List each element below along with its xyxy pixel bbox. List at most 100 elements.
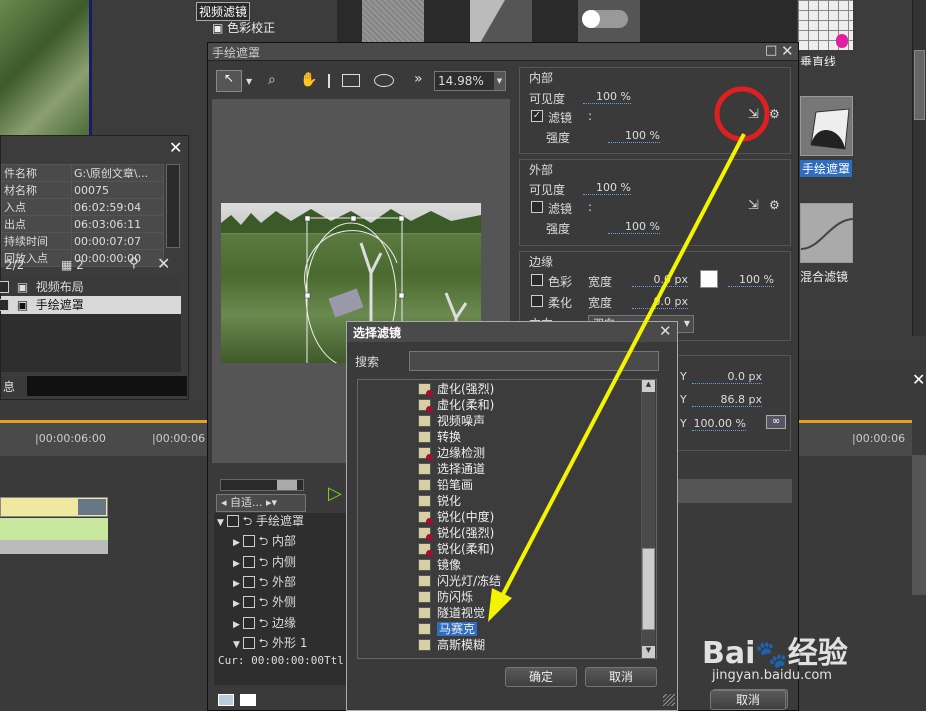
filter-list-item[interactable]: 锐化(强烈) (358, 525, 644, 541)
window-titlebar[interactable] (208, 43, 798, 61)
tree-checkbox[interactable] (226, 515, 239, 527)
outer-filter-checkbox[interactable] (531, 201, 543, 213)
auto-select-dropdown[interactable]: ◂ 自适... ▸▾ (216, 494, 306, 512)
filter-list-item[interactable]: 虚化(强烈) (358, 381, 644, 397)
outer-visibility-value[interactable]: 100 % (583, 181, 631, 195)
expand-icon[interactable]: ▶ (233, 538, 243, 548)
inner-filter-checkbox[interactable]: ✓ (531, 110, 543, 122)
link-aspect-icon[interactable]: ∞ (766, 415, 786, 429)
noise-thumb[interactable] (362, 0, 424, 42)
clip-track-gray[interactable] (0, 540, 108, 554)
filter-list-item[interactable]: 锐化(中度) (358, 509, 644, 525)
tree-node[interactable]: ▶ ⮌ 外部 (233, 573, 296, 591)
outer-strength-value[interactable]: 100 % (608, 220, 660, 234)
expand-icon[interactable]: ▶ (233, 620, 243, 630)
resize-grip-icon[interactable] (663, 694, 675, 706)
layout-toggle-icon[interactable] (218, 694, 234, 706)
link-icon[interactable]: ⚲ (129, 256, 139, 271)
edge-color-swatch[interactable] (700, 270, 718, 288)
close-icon[interactable]: ✕ (781, 42, 794, 60)
filter-list-item[interactable]: 马赛克 (358, 621, 644, 637)
expand-icon[interactable]: ▶ (233, 599, 243, 609)
outer-filter-select-icon[interactable]: ⇲ (748, 198, 759, 213)
tree-node[interactable]: ▼ ⮌ 外形 1 (233, 634, 308, 652)
ellipse-tool[interactable] (374, 74, 394, 87)
clip-track-green[interactable] (0, 518, 108, 540)
pos-y1-value[interactable]: 0.0 px (692, 370, 762, 384)
pos-y3-value[interactable]: 100.00 % (692, 417, 746, 431)
timeline-close-icon[interactable]: ✕ (912, 370, 925, 389)
bottom-cancel-button[interactable]: 取消 (710, 690, 786, 710)
tree-node[interactable]: ▼ ⮌ 手绘遮罩 (217, 512, 304, 530)
hand-tool-icon[interactable]: ✋ (300, 72, 317, 88)
effects-scrollbar[interactable] (912, 0, 926, 336)
ok-button[interactable]: 确定 (505, 667, 577, 687)
edge-soften-value[interactable]: 0.0 px (632, 295, 688, 309)
timeline-scroll-buttons[interactable] (912, 455, 926, 595)
filter-list-item[interactable]: 边缘检测 (358, 445, 644, 461)
filter-list-item[interactable]: 锐化(柔和) (358, 541, 644, 557)
filter-list-item[interactable]: 转换 (358, 429, 644, 445)
pos-y2-value[interactable]: 86.8 px (692, 393, 762, 407)
clip-info-scrollbar[interactable] (166, 164, 180, 248)
outer-filter-settings-icon[interactable]: ⚙ (769, 198, 780, 212)
close-icon[interactable]: ✕ (169, 138, 182, 157)
tree-node[interactable]: ▶ ⮌ 内侧 (233, 553, 296, 571)
list-item[interactable]: ▣ 手绘遮罩 (0, 296, 181, 314)
filter-list-item[interactable]: 视频噪声 (358, 413, 644, 429)
tree-checkbox[interactable] (242, 596, 255, 609)
hand-mask-thumb[interactable] (800, 96, 853, 156)
tree-checkbox[interactable] (242, 616, 255, 629)
filter-list-item[interactable]: 防闪烁 (358, 589, 644, 605)
info-tab[interactable]: 息 (3, 378, 15, 395)
expand-icon[interactable]: ▶ (233, 559, 243, 569)
filter-list-item[interactable]: 镜像 (358, 557, 644, 573)
search-input[interactable] (409, 351, 659, 371)
zoom-dropdown-arrow-icon[interactable]: ▼ (494, 72, 505, 90)
edge-width-value[interactable]: 0.0 px (632, 273, 688, 287)
filter-list-item[interactable]: 铅笔画 (358, 477, 644, 493)
expand-icon[interactable]: ▼ (233, 640, 243, 650)
tree-checkbox[interactable] (242, 555, 255, 568)
tree-node[interactable]: ▶ ⮌ 边缘 (233, 614, 296, 632)
delete-icon[interactable]: ✕ (157, 254, 170, 273)
filter-list-item[interactable]: 锐化 (358, 493, 644, 509)
preview-scrollbar[interactable] (220, 479, 304, 491)
inner-visibility-value[interactable]: 100 % (583, 90, 631, 104)
effect-label-hand-mask[interactable]: 手绘遮罩 (800, 160, 853, 177)
filter-list-item[interactable]: 虚化(柔和) (358, 397, 644, 413)
tree-node[interactable]: ▶ ⮌ 外侧 (233, 593, 296, 611)
toggle-thumb[interactable] (578, 0, 640, 42)
zoom-icon[interactable]: ⌕ (268, 72, 276, 88)
tree-checkbox[interactable] (242, 575, 255, 588)
edge-color-checkbox[interactable] (531, 274, 543, 286)
inner-strength-value[interactable]: 100 % (608, 129, 660, 143)
inner-filter-select-icon[interactable]: ⇲ (748, 107, 759, 122)
edge-soften-checkbox[interactable] (531, 295, 543, 307)
maximize-icon[interactable]: □ (765, 43, 777, 58)
layout-single-icon[interactable] (240, 694, 256, 706)
fast-forward-icon[interactable]: » (414, 71, 423, 87)
filter-list-item[interactable]: 高斯模糊 (358, 637, 644, 653)
edge-opacity-value[interactable]: 100 % (728, 273, 774, 287)
dropdown-arrow-icon[interactable]: ▼ (246, 77, 252, 86)
expand-icon[interactable]: ▶ (233, 579, 243, 589)
list-scrollbar[interactable]: ▲ ▼ (641, 380, 655, 658)
inner-filter-settings-icon[interactable]: ⚙ (769, 107, 780, 121)
tree-item-color-correction[interactable]: ▣ 色彩校正 (212, 19, 275, 36)
rectangle-tool[interactable] (342, 74, 360, 87)
filter-list-item[interactable]: 选择通道 (358, 461, 644, 477)
tree-node[interactable]: ▶ ⮌ 内部 (233, 532, 296, 550)
cancel-button[interactable]: 取消 (585, 667, 657, 687)
blend-filter-thumb[interactable] (800, 203, 855, 263)
expand-icon[interactable]: ▼ (217, 518, 227, 528)
select-tool[interactable]: ↖ (216, 70, 242, 92)
list-item[interactable]: ▣ 视频布局 (0, 278, 181, 296)
tree-checkbox[interactable] (242, 636, 255, 649)
filter-list-item[interactable]: 闪光灯/冻结 (358, 573, 644, 589)
line-tool[interactable] (328, 74, 330, 88)
filter-list-item[interactable]: 隧道视觉 (358, 605, 644, 621)
close-icon[interactable]: ✕ (659, 322, 672, 340)
shape-thumb[interactable] (470, 0, 532, 42)
tree-checkbox[interactable] (242, 535, 255, 548)
